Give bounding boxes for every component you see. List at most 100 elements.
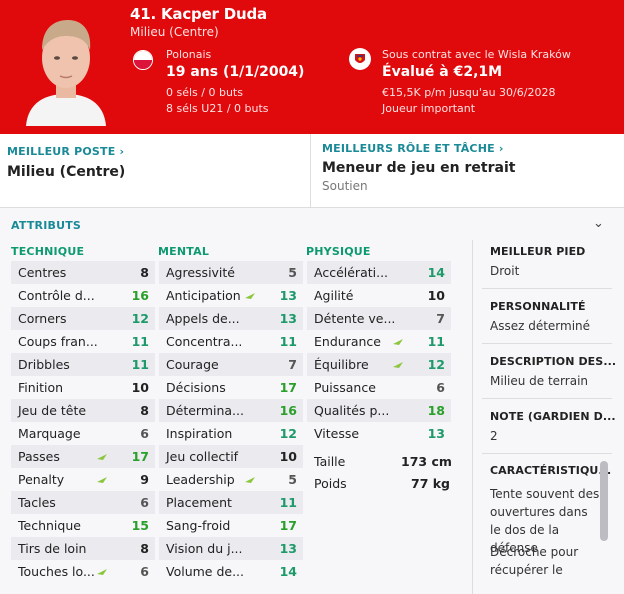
divider bbox=[482, 288, 612, 289]
player-photo bbox=[18, 6, 114, 126]
attribute-row[interactable]: Touches lo... 6 bbox=[11, 560, 155, 583]
attribute-value: 12 bbox=[427, 357, 445, 372]
attribute-name: Décisions bbox=[166, 380, 226, 395]
attribute-name: Placement bbox=[166, 495, 232, 510]
side-divider bbox=[472, 240, 473, 594]
attribute-row[interactable]: Volume de... 14 bbox=[159, 560, 303, 583]
attribute-row[interactable]: Finition 10 bbox=[11, 376, 155, 399]
player-name: 41. Kacper Duda bbox=[130, 5, 267, 23]
attribute-value: 11 bbox=[131, 357, 149, 372]
attribute-value: 11 bbox=[279, 334, 297, 349]
attribute-value: 18 bbox=[427, 403, 445, 418]
attribute-row[interactable]: Tirs de loin 8 bbox=[11, 537, 155, 560]
best-position-value: Milieu (Centre) bbox=[7, 164, 126, 180]
attribute-row[interactable]: Jeu de tête 8 bbox=[11, 399, 155, 422]
description-heading: DESCRIPTION DES... bbox=[490, 355, 617, 368]
attribute-row[interactable]: Passes 17 bbox=[11, 445, 155, 468]
attribute-value: 12 bbox=[131, 311, 149, 326]
attribute-row[interactable]: Leadership 5 bbox=[159, 468, 303, 491]
player-caps: 0 séls / 0 buts bbox=[166, 86, 243, 99]
attribute-value: 17 bbox=[279, 380, 297, 395]
attribute-row[interactable]: Appels de... 13 bbox=[159, 307, 303, 330]
attribute-value: 6 bbox=[140, 495, 149, 510]
attributes-panel: ATTRIBUTS ⌄ TECHNIQUE MENTAL PHYSIQUE Ce… bbox=[0, 208, 624, 594]
attribute-row[interactable]: Corners 12 bbox=[11, 307, 155, 330]
attribute-name: Qualités p... bbox=[314, 403, 390, 418]
attribute-value: 11 bbox=[279, 495, 297, 510]
height-label: Taille bbox=[314, 454, 346, 469]
weight-label: Poids bbox=[314, 476, 347, 491]
attribute-value: 9 bbox=[140, 472, 149, 487]
attribute-name: Contrôle d... bbox=[18, 288, 95, 303]
divider bbox=[482, 453, 612, 454]
contract-info[interactable]: Sous contrat avec le Wisla Kraków bbox=[382, 48, 571, 61]
best-role-value: Meneur de jeu en retrait bbox=[322, 160, 516, 176]
player-header: 41. Kacper Duda Milieu (Centre) Polonais… bbox=[0, 0, 624, 134]
attribute-row[interactable]: Décisions 17 bbox=[159, 376, 303, 399]
attribute-name: Jeu collectif bbox=[166, 449, 239, 464]
attribute-name: Équilibre bbox=[314, 357, 369, 372]
attribute-row[interactable]: Puissance 6 bbox=[307, 376, 451, 399]
attribute-row[interactable]: Concentra... 11 bbox=[159, 330, 303, 353]
best-role-link[interactable]: MEILLEURS RÔLE ET TÂCHE › bbox=[322, 142, 504, 155]
weight-value: 77 kg bbox=[411, 476, 451, 491]
attribute-row[interactable]: Équilibre 12 bbox=[307, 353, 451, 376]
attribute-name: Détente ve... bbox=[314, 311, 396, 326]
attribute-value: 5 bbox=[288, 265, 297, 280]
attribute-row[interactable]: Technique 15 bbox=[11, 514, 155, 537]
attribute-row[interactable]: Accélérati... 14 bbox=[307, 261, 451, 284]
attribute-row[interactable]: Penalty 9 bbox=[11, 468, 155, 491]
attribute-row[interactable]: Qualités p... 18 bbox=[307, 399, 451, 422]
attribute-row[interactable]: Tacles 6 bbox=[11, 491, 155, 514]
attribute-row[interactable]: Vitesse 13 bbox=[307, 422, 451, 445]
attribute-row[interactable]: Jeu collectif 10 bbox=[159, 445, 303, 468]
attribute-value: 13 bbox=[279, 541, 297, 556]
attribute-row[interactable]: Endurance 11 bbox=[307, 330, 451, 353]
attribute-name: Détermina... bbox=[166, 403, 244, 418]
attribute-row[interactable]: Sang-froid 17 bbox=[159, 514, 303, 537]
attribute-name: Dribbles bbox=[18, 357, 70, 372]
attribute-name: Accélérati... bbox=[314, 265, 389, 280]
attribute-row[interactable]: Détente ve... 7 bbox=[307, 307, 451, 330]
best-foot-value: Droit bbox=[490, 264, 520, 278]
attribute-value: 8 bbox=[140, 265, 149, 280]
attribute-value: 11 bbox=[131, 334, 149, 349]
attribute-name: Concentra... bbox=[166, 334, 243, 349]
attribute-row[interactable]: Contrôle d... 16 bbox=[11, 284, 155, 307]
attribute-row[interactable]: Agilité 10 bbox=[307, 284, 451, 307]
attribute-row[interactable]: Placement 11 bbox=[159, 491, 303, 514]
attribute-row[interactable]: Détermina... 16 bbox=[159, 399, 303, 422]
gk-rating-heading: NOTE (GARDIEN D... bbox=[490, 410, 616, 423]
attribute-row[interactable]: Marquage 6 bbox=[11, 422, 155, 445]
roles-divider bbox=[310, 134, 311, 208]
divider bbox=[482, 343, 612, 344]
chevron-down-icon[interactable]: ⌄ bbox=[593, 216, 604, 231]
attribute-row[interactable]: Vision du j... 13 bbox=[159, 537, 303, 560]
attribute-row[interactable]: Courage 7 bbox=[159, 353, 303, 376]
attributes-title: ATTRIBUTS bbox=[11, 219, 82, 232]
attribute-row[interactable]: Agressivité 5 bbox=[159, 261, 303, 284]
traits-heading: CARACTÉRISTIQU... bbox=[490, 464, 612, 477]
club-badge-icon[interactable] bbox=[349, 48, 371, 70]
player-age: 19 ans (1/1/2004) bbox=[166, 64, 305, 80]
attribute-row[interactable]: Anticipation 13 bbox=[159, 284, 303, 307]
player-nationality[interactable]: Polonais bbox=[166, 48, 211, 61]
attribute-value: 10 bbox=[427, 288, 445, 303]
traits-scrollbar[interactable] bbox=[600, 461, 608, 541]
attribute-name: Vitesse bbox=[314, 426, 360, 441]
attribute-name: Passes bbox=[18, 449, 60, 464]
attribute-row[interactable]: Coups fran... 11 bbox=[11, 330, 155, 353]
attribute-value: 6 bbox=[436, 380, 445, 395]
attribute-value: 6 bbox=[140, 426, 149, 441]
technique-list: Centres 8 Contrôle d... 16 Corners 12 Coups fr… bbox=[11, 261, 155, 583]
description-value: Milieu de terrain bbox=[490, 374, 589, 388]
attribute-value: 10 bbox=[131, 380, 149, 395]
attribute-value: 10 bbox=[279, 449, 297, 464]
attribute-row[interactable]: Centres 8 bbox=[11, 261, 155, 284]
attribute-value: 13 bbox=[427, 426, 445, 441]
attribute-row[interactable]: Dribbles 11 bbox=[11, 353, 155, 376]
attribute-name: Puissance bbox=[314, 380, 376, 395]
best-position-link[interactable]: MEILLEUR POSTE › bbox=[7, 145, 124, 158]
attribute-row[interactable]: Inspiration 12 bbox=[159, 422, 303, 445]
progress-arrow-icon bbox=[97, 454, 107, 460]
